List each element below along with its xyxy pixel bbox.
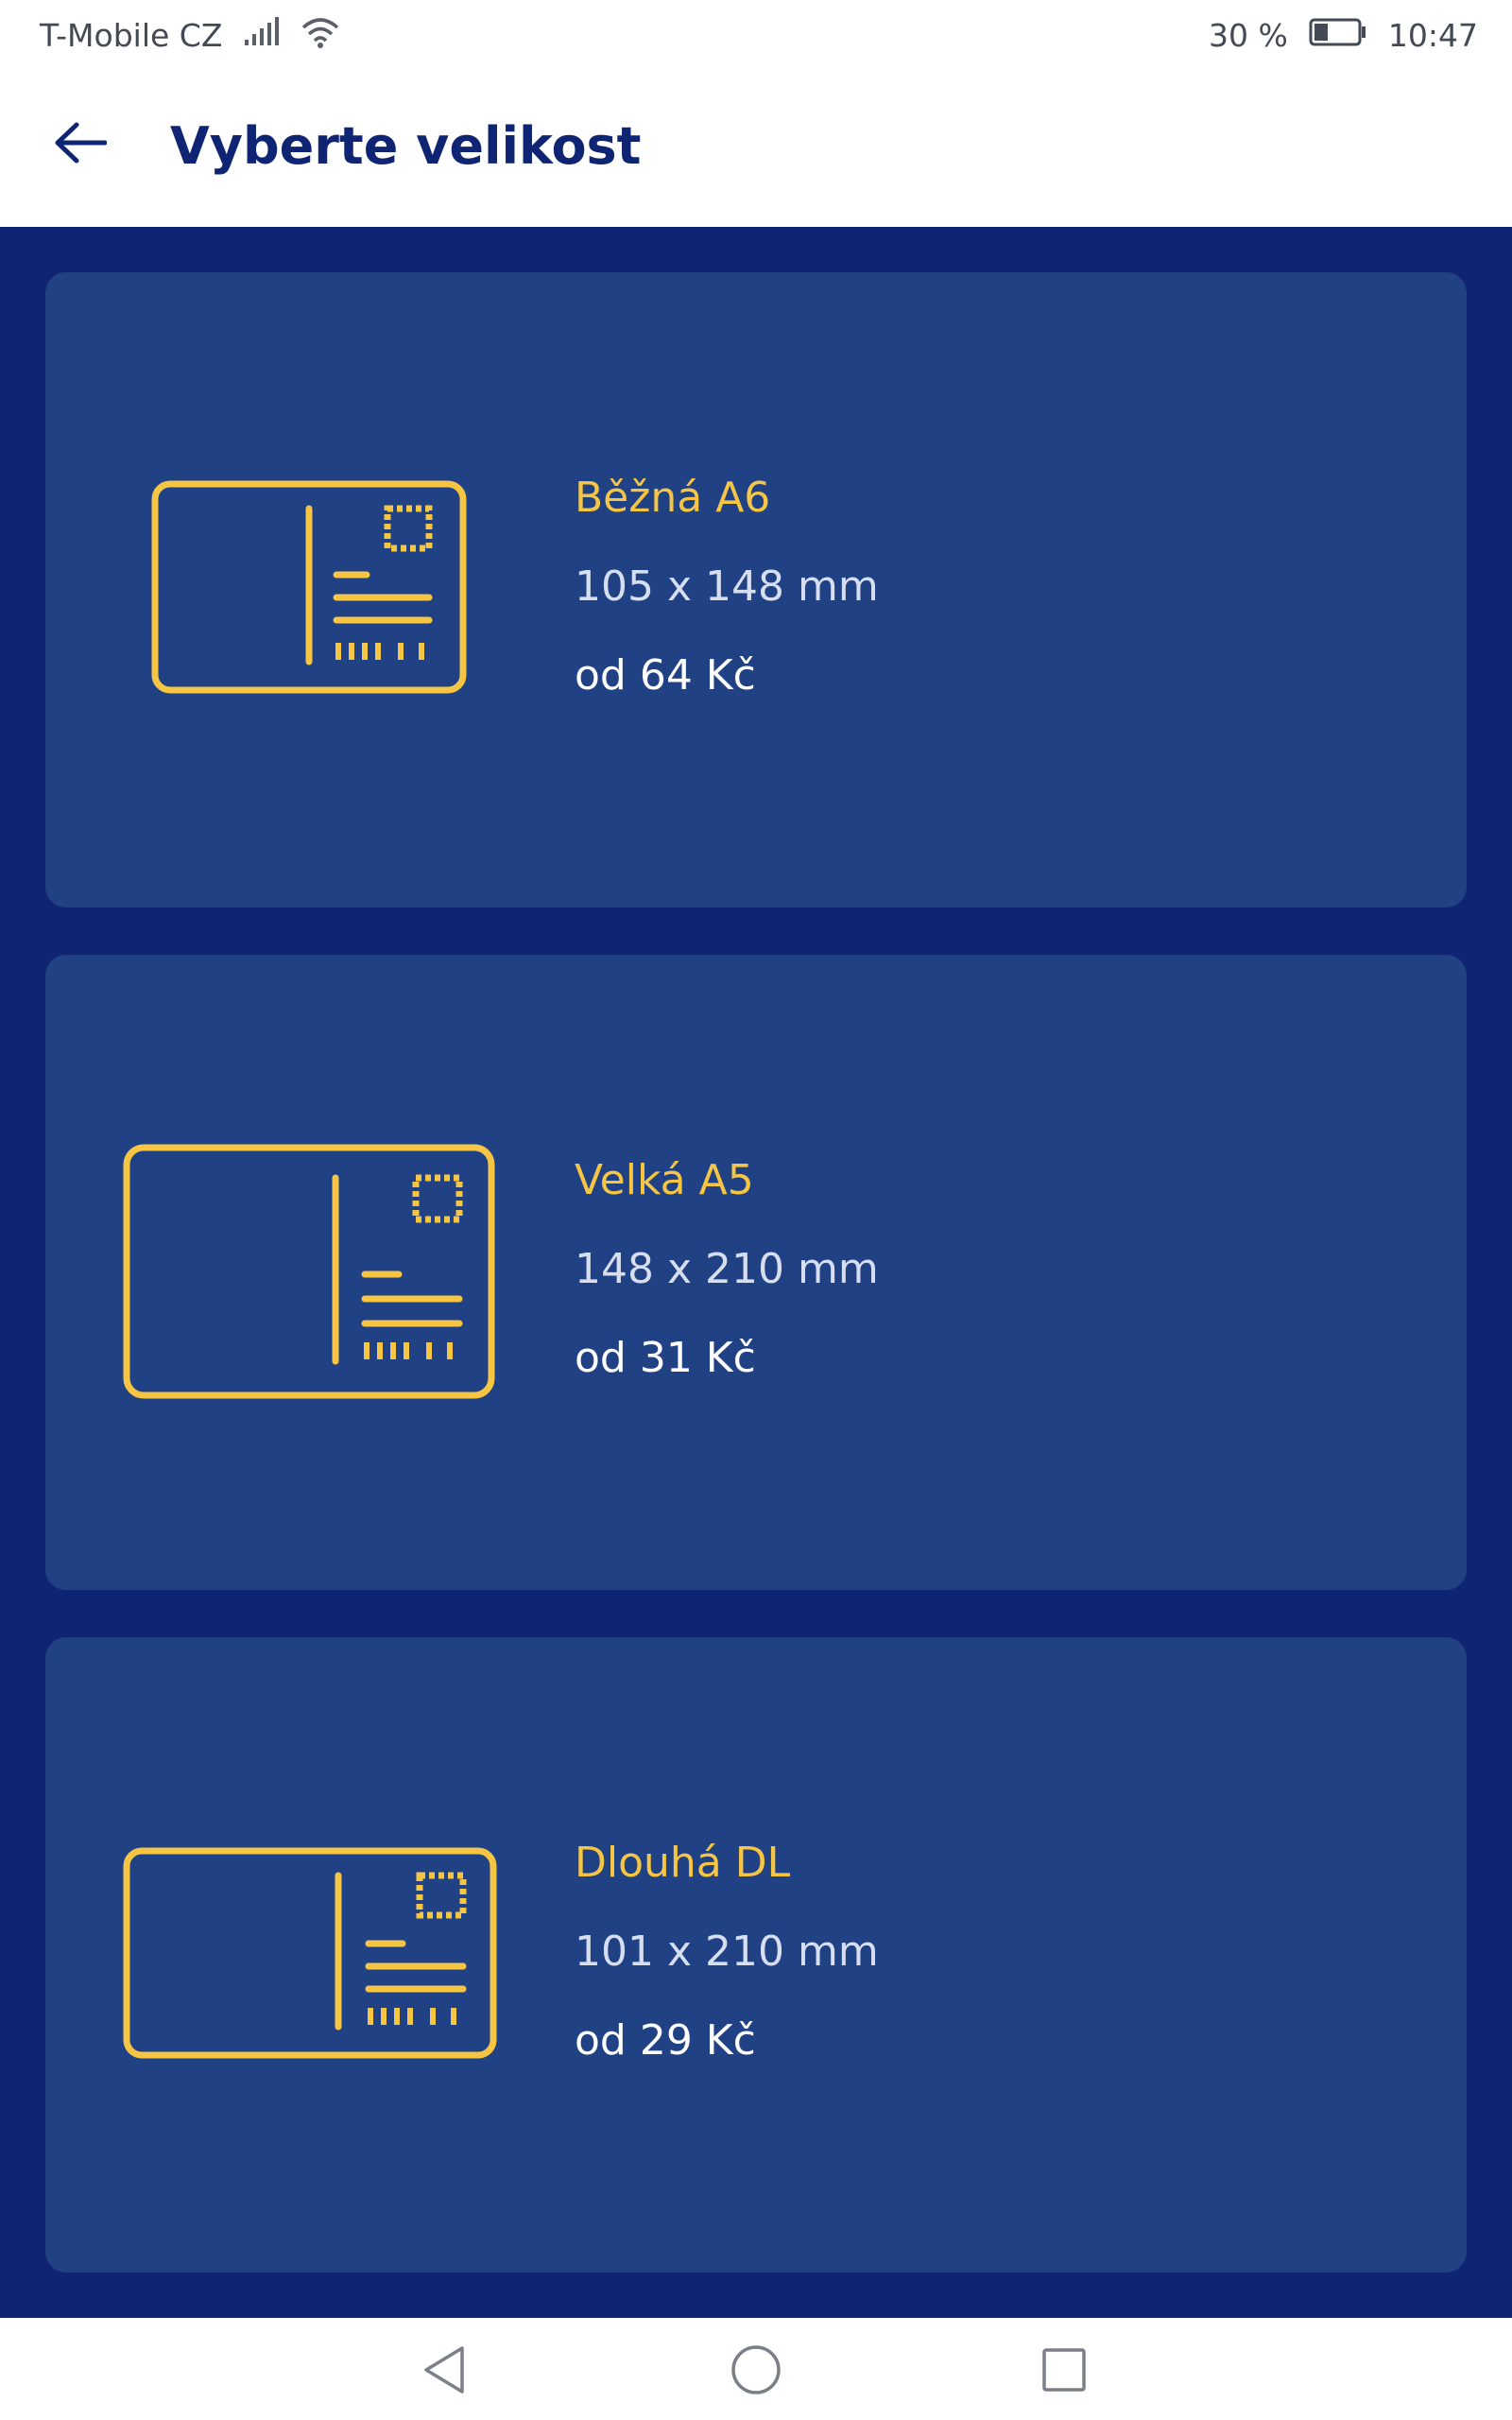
card-title: Dlouhá DL: [575, 1839, 791, 1887]
nav-recents-button[interactable]: [1036, 2343, 1092, 2400]
nav-back-button[interactable]: [416, 2343, 472, 2400]
clock: 10:47: [1387, 17, 1478, 54]
battery-icon: [1309, 17, 1367, 54]
wifi-icon: [301, 16, 339, 56]
size-card-a5[interactable]: Velká A5 148 x 210 mm od 31 Kč: [45, 955, 1467, 1590]
card-text: Běžná A6 105 x 148 mm od 64 Kč: [575, 473, 879, 701]
home-circle-icon: [730, 2343, 782, 2400]
size-list: Běžná A6 105 x 148 mm od 64 Kč Velká A5 …: [0, 227, 1512, 2318]
size-card-a6[interactable]: Běžná A6 105 x 148 mm od 64 Kč: [45, 272, 1467, 908]
arrow-left-icon: [54, 121, 108, 168]
postcard-icon: [123, 1847, 497, 2063]
card-title: Běžná A6: [575, 474, 771, 522]
postcard-icon: [151, 480, 467, 698]
postcard-icon: [123, 1144, 495, 1403]
card-dimensions: 148 x 210 mm: [575, 1245, 879, 1293]
recents-square-icon: [1040, 2346, 1088, 2397]
card-title: Velká A5: [575, 1156, 754, 1204]
card-dimensions: 105 x 148 mm: [575, 562, 879, 611]
back-triangle-icon: [421, 2344, 468, 2399]
size-card-dl[interactable]: Dlouhá DL 101 x 210 mm od 29 Kč: [45, 1637, 1467, 2273]
nav-home-button[interactable]: [728, 2343, 784, 2400]
card-text: Dlouhá DL 101 x 210 mm od 29 Kč: [575, 1838, 879, 2066]
status-bar: T-Mobile CZ 30 % 10:47: [0, 0, 1512, 71]
page-title: Vyberte velikost: [170, 116, 642, 176]
status-right: 30 % 10:47: [1209, 17, 1478, 54]
signal-icon: [243, 16, 281, 55]
navigation-bar: [0, 2318, 1512, 2420]
card-price: od 64 Kč: [575, 651, 756, 700]
card-price: od 29 Kč: [575, 2016, 756, 2065]
card-text: Velká A5 148 x 210 mm od 31 Kč: [575, 1155, 879, 1384]
app-bar: Vyberte velikost: [0, 71, 1512, 227]
status-left: T-Mobile CZ: [40, 16, 339, 56]
carrier-label: T-Mobile CZ: [40, 17, 223, 54]
card-price: od 31 Kč: [575, 1334, 756, 1382]
card-dimensions: 101 x 210 mm: [575, 1927, 879, 1976]
back-button[interactable]: [38, 109, 123, 181]
battery-percent: 30 %: [1209, 17, 1288, 54]
